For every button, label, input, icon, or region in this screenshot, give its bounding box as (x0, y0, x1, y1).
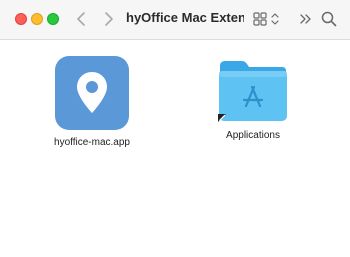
search-icon (321, 11, 337, 27)
location-pin-icon (77, 72, 107, 113)
view-options-button[interactable] (252, 11, 282, 27)
forward-button[interactable] (98, 9, 118, 29)
file-item-applications[interactable]: Applications (205, 56, 301, 141)
folder-icon (216, 56, 290, 124)
toolbar-overflow-button[interactable] (298, 10, 314, 28)
zoom-button[interactable] (47, 13, 59, 25)
back-button[interactable] (72, 9, 92, 29)
search-button[interactable] (320, 10, 338, 28)
title-bar: hyOffice Mac Exten... (0, 0, 350, 40)
app-icon (55, 56, 129, 130)
double-chevron-right-icon (300, 14, 311, 24)
chevron-right-icon (105, 12, 113, 26)
applications-folder-icon (218, 61, 287, 122)
close-button[interactable] (15, 13, 27, 25)
grid-view-icon (253, 12, 279, 26)
finder-window: hyOffice Mac Exten... hyoffice-mac.app A… (0, 0, 350, 257)
chevron-left-icon (77, 12, 85, 26)
file-item-label: Applications (226, 130, 280, 141)
minimize-button[interactable] (31, 13, 43, 25)
file-item-app[interactable]: hyoffice-mac.app (44, 56, 140, 148)
file-item-label: hyoffice-mac.app (54, 137, 130, 148)
window-title: hyOffice Mac Exten... (126, 10, 244, 25)
